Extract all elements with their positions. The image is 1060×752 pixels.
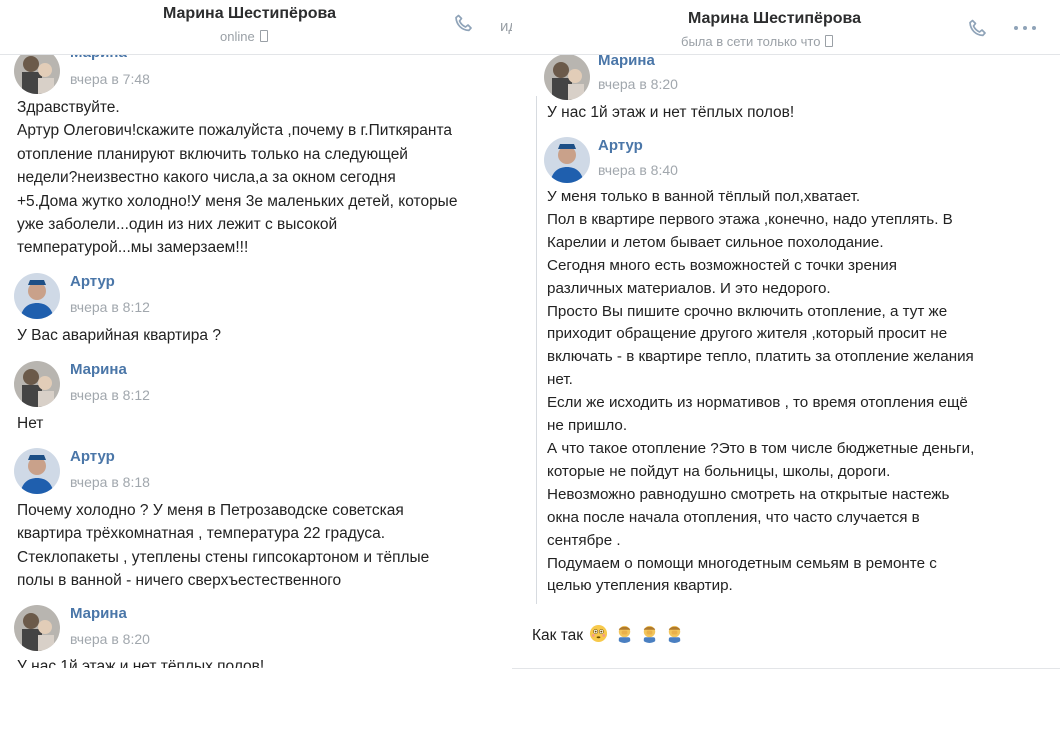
man-facepalming-emoji-icon — [669, 625, 681, 643]
message-time[interactable]: вчера в 8:12 — [70, 387, 150, 403]
message-author[interactable]: Марина — [70, 605, 127, 622]
man-facepalming-emoji-icon — [643, 625, 656, 643]
more-dots-icon[interactable] — [1012, 20, 1038, 41]
right-chat-panel: Марина Шестипёрова была в сети только чт… — [512, 0, 1060, 668]
caption-text: Как так — [532, 627, 584, 644]
avatar-marina[interactable] — [544, 54, 590, 100]
message-time[interactable]: вчера в 8:12 — [70, 299, 150, 315]
caption: Как так — [532, 624, 684, 645]
message-text: Нет — [17, 415, 44, 432]
partial-header-text: ид — [500, 18, 512, 35]
message-text: У нас 1й этаж и нет тёплых полов! — [547, 104, 795, 121]
message-text: У Вас аварийная квартира ? — [17, 327, 221, 344]
mobile-device-icon — [825, 35, 834, 47]
message-time[interactable]: вчера в 8:18 — [70, 474, 150, 490]
flushed-face-emoji-icon — [590, 624, 608, 643]
status-text: online — [220, 29, 255, 44]
contact-status: online — [220, 29, 268, 44]
contact-name[interactable]: Марина Шестипёрова — [163, 5, 336, 23]
avatar-marina[interactable] — [14, 361, 60, 407]
avatar-artur[interactable] — [14, 448, 60, 494]
avatar-artur[interactable] — [544, 137, 590, 183]
message-list: Марина вчера в 8:20 У нас 1й этаж и нет … — [512, 52, 1060, 668]
message-time[interactable]: вчера в 8:20 — [598, 76, 678, 92]
message-author[interactable]: Артур — [70, 273, 115, 290]
contact-name[interactable]: Марина Шестипёрова — [688, 10, 861, 28]
avatar-artur[interactable] — [14, 273, 60, 319]
divider-line — [536, 96, 537, 604]
message-text: Почему холодно ? У меня в Петрозаводске … — [17, 502, 430, 590]
contact-status: была в сети только что — [681, 34, 834, 49]
chat-header: Марина Шестипёрова была в сети только чт… — [512, 0, 1060, 55]
cut-off-message-text: У нас 1й этаж и нет тёплых полов! — [17, 658, 265, 668]
message-time[interactable]: вчера в 7:48 — [70, 71, 150, 87]
message-time[interactable]: вчера в 8:40 — [598, 162, 678, 178]
message-list: Марина вчера в 7:48 Здравствуйте. Артур … — [0, 44, 512, 668]
avatar-marina[interactable] — [14, 605, 60, 651]
chat-header: Марина Шестипёрова online ид — [0, 0, 512, 55]
phone-icon[interactable] — [966, 17, 990, 46]
phone-icon[interactable] — [452, 12, 476, 41]
mobile-device-icon — [259, 30, 268, 42]
message-author[interactable]: Артур — [70, 448, 115, 465]
input-bar-edge — [512, 668, 1060, 689]
message-author[interactable]: Артур — [598, 137, 643, 154]
man-facepalming-emoji-icon — [618, 625, 630, 643]
message-text: У меня только в ванной тёплый пол,хватае… — [547, 188, 975, 595]
message-author[interactable]: Марина — [70, 361, 127, 378]
status-text: была в сети только что — [681, 34, 821, 49]
message-text: Здравствуйте. Артур Олегович!скажите пож… — [17, 99, 458, 257]
message-time[interactable]: вчера в 8:20 — [70, 631, 150, 647]
left-chat-panel: Марина Шестипёрова online ид Марина вчер… — [0, 0, 512, 668]
